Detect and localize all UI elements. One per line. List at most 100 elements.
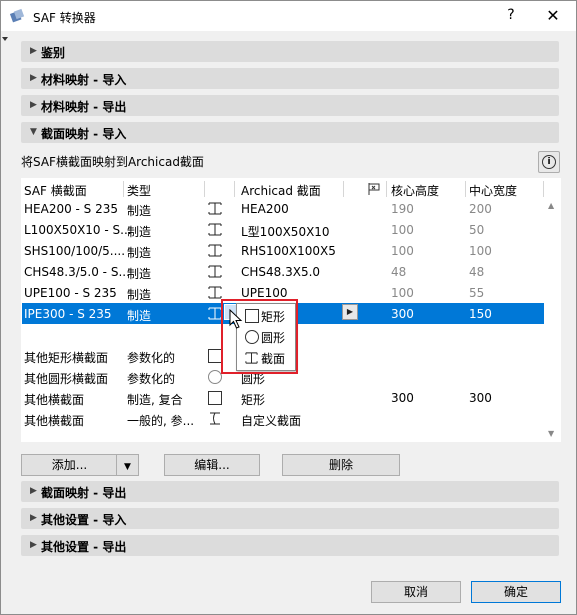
section-label: 鉴别	[41, 46, 66, 60]
type-cell: 参数化的	[127, 372, 176, 386]
saf-cell: CHS48.3/5.0 - S...	[24, 265, 130, 279]
resize-marker	[2, 37, 8, 41]
header-center-width[interactable]: 中心宽度	[469, 182, 517, 199]
expand-arrow-icon: ▶	[30, 73, 37, 83]
section-material-export[interactable]: ▶ 材料映射 - 导出	[21, 95, 559, 116]
section-label: 其他设置 - 导出	[41, 540, 127, 554]
title-bar: SAF 转换器 ? ✕	[1, 1, 576, 31]
i-beam-profile-icon	[208, 286, 222, 299]
edit-button[interactable]: 编辑...	[164, 454, 260, 476]
chevron-down-icon: ▼	[124, 462, 131, 472]
saf-cell: L100X50X10 - S...	[24, 223, 132, 237]
section-identification[interactable]: ▶ 鉴别	[21, 41, 559, 62]
table-row[interactable]: HEA200 - S 235 制造 HEA200 190 200	[22, 198, 544, 219]
center-width-cell: 200	[469, 202, 492, 216]
table-row[interactable]: 其他横截面 制造, 复合 矩形 300 300	[22, 387, 544, 408]
header-divider	[465, 181, 466, 197]
window-title: SAF 转换器	[33, 11, 96, 25]
core-height-cell: 300	[391, 307, 414, 321]
core-height-cell: 300	[391, 391, 414, 405]
archicad-cell: L型100X50X10	[241, 225, 330, 239]
type-cell: 制造	[127, 288, 152, 302]
header-divider	[343, 181, 344, 197]
type-cell: 制造, 复合	[127, 393, 183, 407]
close-button[interactable]: ✕	[541, 6, 565, 25]
saf-cell: 其他圆形横截面	[24, 372, 109, 386]
core-height-cell: 100	[391, 286, 414, 300]
i-beam-profile-icon	[208, 223, 222, 236]
header-type[interactable]: 类型	[127, 182, 151, 199]
section-profile-import[interactable]: ▼ 截面映射 - 导入	[21, 122, 559, 143]
core-height-cell: 100	[391, 244, 414, 258]
type-cell: 制造	[127, 246, 152, 260]
table-row[interactable]: SHS100/100/5.... 制造 RHS100X100X5 100 100	[22, 240, 544, 261]
type-cell: 一般的, 参...	[127, 414, 195, 428]
mouse-cursor-icon	[229, 309, 243, 329]
expand-arrow-icon: ▶	[30, 46, 37, 56]
type-cell: 制造	[127, 204, 152, 218]
section-label: 材料映射 - 导入	[41, 73, 127, 87]
type-cell: 参数化的	[127, 351, 176, 365]
section-other-import[interactable]: ▶ 其他设置 - 导入	[21, 508, 559, 529]
delete-button-label: 删除	[328, 458, 353, 472]
saf-cell: 其他横截面	[24, 393, 85, 407]
rectangle-profile-icon	[208, 391, 222, 405]
header-divider	[543, 181, 544, 197]
edit-button-label: 编辑...	[194, 458, 230, 472]
section-material-import[interactable]: ▶ 材料映射 - 导入	[21, 68, 559, 89]
table-row[interactable]: CHS48.3/5.0 - S... 制造 CHS48.3X5.0 48 48	[22, 261, 544, 282]
table-row[interactable]: L100X50X10 - S... 制造 L型100X50X10 100 50	[22, 219, 544, 240]
type-cell: 制造	[127, 225, 152, 239]
add-button[interactable]: 添加...	[21, 454, 118, 476]
saf-cell: HEA200 - S 235	[24, 202, 119, 216]
saf-cell: 其他横截面	[24, 414, 85, 428]
header-divider	[123, 181, 124, 197]
section-profile-export[interactable]: ▶ 截面映射 - 导出	[21, 481, 559, 502]
header-divider	[234, 181, 235, 197]
header-archicad-profile[interactable]: Archicad 截面	[241, 182, 321, 199]
saf-cell: UPE100 - S 235	[24, 286, 117, 300]
archicad-cell: CHS48.3X5.0	[241, 265, 321, 279]
section-label: 截面映射 - 导出	[41, 486, 127, 500]
type-cell: 制造	[127, 267, 152, 281]
collapse-arrow-icon: ▼	[30, 127, 37, 137]
archicad-cell: RHS100X100X5	[241, 244, 336, 258]
add-button-label: 添加...	[51, 458, 88, 472]
header-core-height[interactable]: 核心高度	[391, 182, 439, 199]
type-cell: 制造	[127, 309, 152, 323]
archicad-cell: HEA200	[241, 202, 289, 216]
ok-button-label: 确定	[503, 585, 528, 599]
header-divider	[386, 181, 387, 197]
list-header: SAF 横截面 类型 Archicad 截面 核心高度 中心宽度	[22, 179, 544, 199]
add-dropdown-button[interactable]: ▼	[116, 454, 139, 476]
expand-arrow-icon: ▶	[30, 486, 37, 496]
info-button[interactable]: i	[538, 151, 560, 173]
cancel-button[interactable]: 取消	[371, 581, 461, 603]
app-icon	[9, 8, 25, 23]
archicad-cell: UPE100	[241, 286, 288, 300]
custom-profile-icon	[210, 412, 220, 425]
section-label: 材料映射 - 导出	[41, 100, 127, 114]
saf-cell: SHS100/100/5....	[24, 244, 126, 258]
section-other-export[interactable]: ▶ 其他设置 - 导出	[21, 535, 559, 556]
center-width-cell: 48	[469, 265, 485, 279]
table-row[interactable]: 其他横截面 一般的, 参... 自定义截面	[22, 408, 544, 429]
scroll-up-icon[interactable]: ▲	[548, 201, 554, 210]
info-icon: i	[542, 155, 556, 169]
ok-button[interactable]: 确定	[471, 581, 561, 603]
header-saf-section[interactable]: SAF 横截面	[24, 182, 87, 199]
center-width-cell: 55	[469, 286, 485, 300]
flag-column-icon[interactable]	[367, 182, 381, 196]
delete-button[interactable]: 删除	[282, 454, 400, 476]
help-button[interactable]: ?	[501, 7, 521, 23]
cancel-button-label: 取消	[403, 585, 428, 599]
header-divider	[204, 181, 205, 197]
center-width-cell: 50	[469, 223, 485, 237]
core-height-cell: 48	[391, 265, 407, 279]
i-beam-profile-icon	[208, 265, 222, 278]
center-width-cell: 150	[469, 307, 492, 321]
rectangle-profile-icon	[208, 349, 222, 363]
circle-profile-icon	[208, 370, 222, 384]
scroll-down-icon[interactable]: ▼	[548, 429, 554, 438]
profile-picker-arrow-icon[interactable]: ▶	[342, 304, 358, 320]
